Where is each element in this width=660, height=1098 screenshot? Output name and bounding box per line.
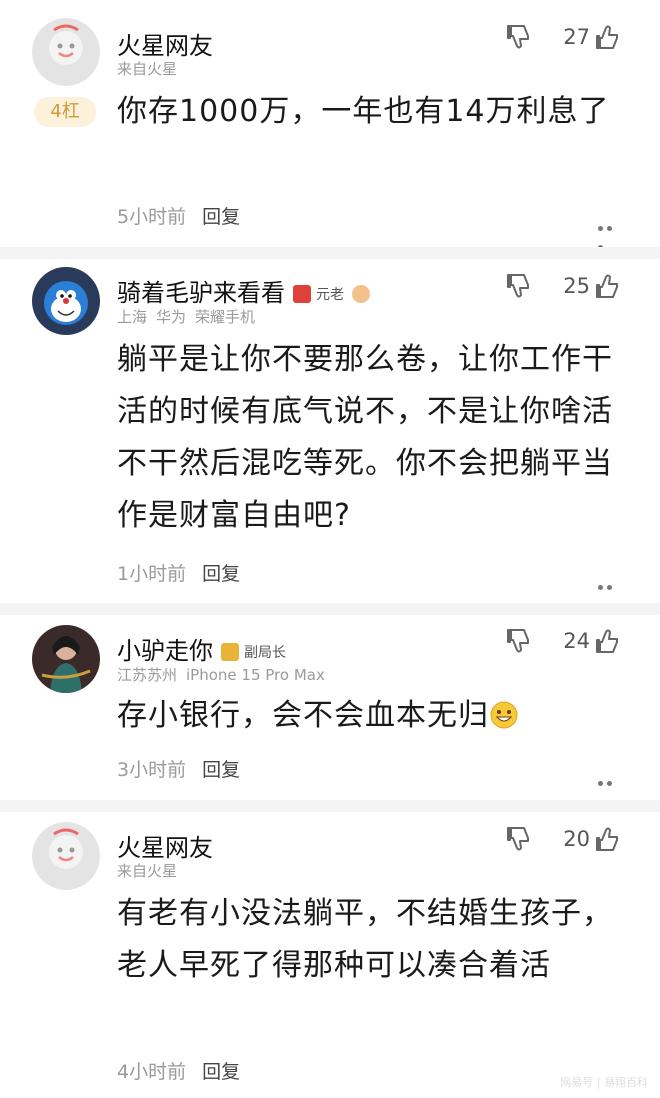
thumb-up-icon[interactable] — [594, 824, 624, 854]
reply-button[interactable]: 回复 — [202, 563, 240, 585]
more-dots-icon[interactable] — [598, 771, 624, 805]
thumb-up-icon[interactable] — [594, 22, 624, 52]
vote-actions: 24 — [505, 626, 624, 656]
comment-meta: 1小时前 回复 — [117, 559, 240, 586]
username[interactable]: 骑着毛驴来看看 元老 — [117, 273, 375, 308]
like-count: 25 — [563, 274, 590, 298]
avatar[interactable] — [32, 822, 100, 890]
user-location: 江苏苏州 iPhone 15 Pro Max — [117, 666, 325, 684]
thumb-down-icon[interactable] — [505, 22, 535, 52]
user-location: 来自火星 — [117, 862, 178, 880]
comment-text: 存小银行，会不会血本无归 — [117, 690, 617, 742]
timestamp: 4小时前 — [117, 1061, 187, 1083]
comment-meta: 3小时前 回复 — [117, 755, 240, 782]
more-dots-icon[interactable] — [598, 575, 624, 609]
watermark: 网易号 | 易翔百科 — [560, 1076, 648, 1089]
like-count: 24 — [563, 629, 590, 653]
rank-badge-icon — [221, 643, 239, 661]
floor-badge: 4杠 — [34, 97, 96, 127]
like-count: 20 — [563, 827, 590, 851]
reply-button[interactable]: 回复 — [202, 1061, 240, 1083]
user-location: 上海 华为 荣耀手机 — [117, 308, 256, 326]
divider — [0, 247, 660, 259]
username[interactable]: 火星网友 — [117, 26, 213, 61]
comment-meta: 4小时前 回复 — [117, 1057, 240, 1084]
timestamp: 1小时前 — [117, 563, 187, 585]
timestamp: 5小时前 — [117, 206, 187, 228]
divider — [0, 603, 660, 615]
comment-text: 躺平是让你不要那么卷，让你工作干活的时候有底气说不，不是让你啥活不干然后混吃等死… — [117, 342, 613, 533]
like-count: 27 — [563, 25, 590, 49]
vote-actions: 25 — [505, 271, 624, 301]
avatar[interactable] — [32, 625, 100, 693]
thumb-up-icon[interactable] — [594, 626, 624, 656]
grin-emoji-icon — [490, 701, 518, 729]
comment-text: 有老有小没法躺平，不结婚生孩子，老人早死了得那种可以凑合着活 — [117, 896, 613, 983]
divider — [0, 800, 660, 812]
shield-badge-icon — [293, 285, 311, 303]
username[interactable]: 小驴走你 副局长 — [117, 631, 286, 666]
avatar[interactable] — [32, 267, 100, 335]
vote-actions: 20 — [505, 824, 624, 854]
more-dots-icon[interactable] — [598, 216, 624, 250]
rank-badge: 副局长 — [221, 642, 286, 662]
reply-button[interactable]: 回复 — [202, 206, 240, 228]
wings-badge-icon — [352, 285, 375, 303]
user-location: 来自火星 — [117, 60, 178, 78]
comment-text: 你存1000万，一年也有14万利息了 — [117, 94, 610, 129]
vote-actions: 27 — [505, 22, 624, 52]
thumb-up-icon[interactable] — [594, 271, 624, 301]
timestamp: 3小时前 — [117, 759, 187, 781]
thumb-down-icon[interactable] — [505, 626, 535, 656]
rank-badge: 元老 — [293, 284, 344, 304]
avatar[interactable] — [32, 18, 100, 86]
comment-meta: 5小时前 回复 — [117, 202, 240, 229]
thumb-down-icon[interactable] — [505, 824, 535, 854]
reply-button[interactable]: 回复 — [202, 759, 240, 781]
thumb-down-icon[interactable] — [505, 271, 535, 301]
username[interactable]: 火星网友 — [117, 828, 213, 863]
